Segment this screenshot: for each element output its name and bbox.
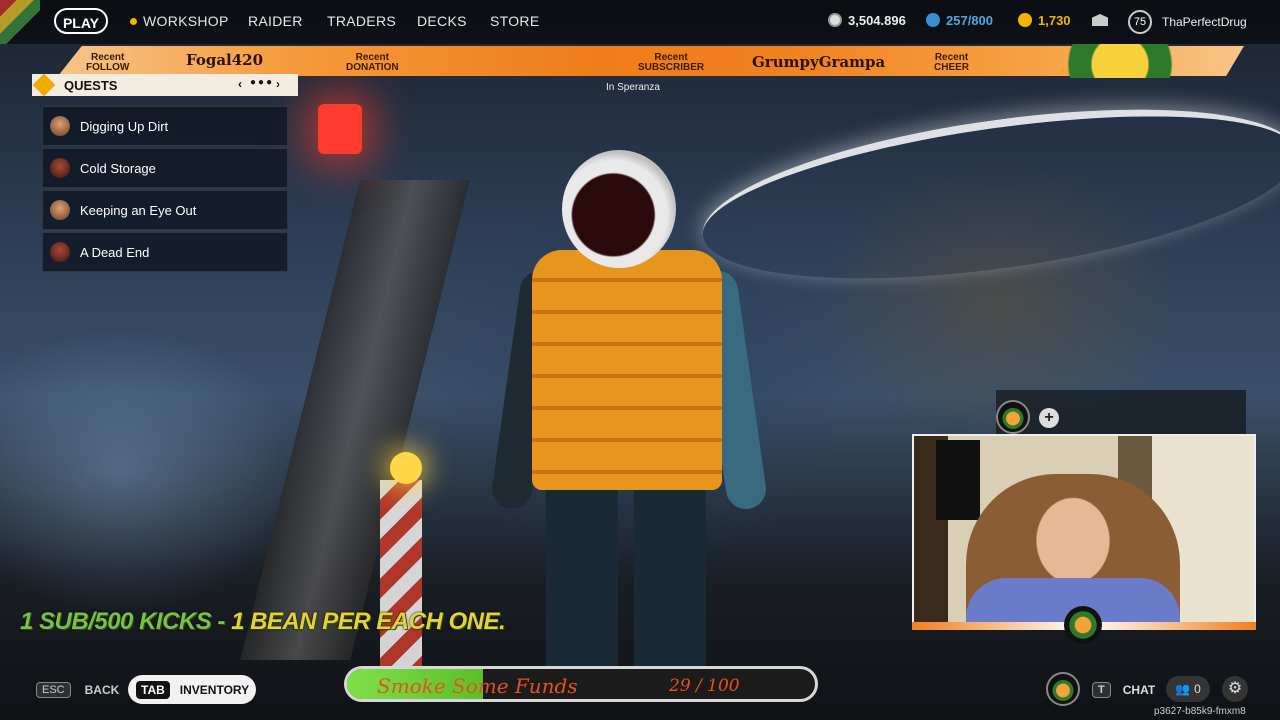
- session-code: p3627-b85k9-fmxm8: [1154, 706, 1246, 717]
- neon-ring-light: [692, 78, 1280, 310]
- nav-workshop[interactable]: WORKSHOP: [130, 13, 229, 29]
- friends-count: 0: [1194, 682, 1201, 696]
- coins-value: 3,504.896: [848, 13, 906, 28]
- quest-title: Cold Storage: [80, 160, 156, 176]
- tokens-value: 257/800: [946, 13, 993, 28]
- back-label: BACK: [84, 683, 120, 697]
- lion-badge-icon: [1064, 606, 1102, 644]
- chat-button[interactable]: T CHAT: [1092, 682, 1155, 698]
- character-orange-jacket: [532, 250, 722, 490]
- promo-part2: 1 BEAN PER EACH ONE.: [231, 608, 506, 635]
- chat-label: CHAT: [1122, 683, 1156, 697]
- nav-raider[interactable]: RAIDER: [248, 13, 303, 29]
- wall-poster: [936, 440, 980, 520]
- quests-header: QUESTS ‹ ●●● ›: [32, 73, 298, 97]
- quest-list: Digging Up Dirt Cold Storage Keeping an …: [42, 106, 288, 274]
- nav-traders[interactable]: TRADERS: [327, 13, 396, 29]
- quest-giver-avatar: [50, 200, 70, 220]
- credits-balance: 1,730: [1018, 13, 1071, 28]
- quests-page-dots: ●●●: [250, 77, 275, 88]
- play-button[interactable]: PLAY: [54, 8, 108, 34]
- quest-item[interactable]: Keeping an Eye Out: [42, 190, 288, 230]
- tokens-balance: 257/800: [926, 13, 993, 28]
- quest-title: Keeping an Eye Out: [80, 202, 197, 218]
- esc-key-hint: ESC: [36, 682, 71, 698]
- yellow-lamp: [390, 452, 422, 484]
- corner-stripes: [0, 0, 40, 44]
- goal-count: 29 / 100: [669, 676, 740, 696]
- quests-title: QUESTS: [64, 78, 118, 93]
- location-label: In Speranza: [606, 82, 660, 93]
- quest-giver-avatar: [50, 242, 70, 262]
- character-legs: [546, 486, 706, 666]
- credit-icon: [1018, 13, 1032, 27]
- quest-giver-avatar: [50, 116, 70, 136]
- recent-subscriber-label: Recent SUBSCRIBER: [638, 52, 705, 73]
- inventory-button[interactable]: TAB INVENTORY: [128, 675, 256, 704]
- player-name[interactable]: ThaPerfectDrug: [1162, 15, 1247, 29]
- notification-dot-icon: [130, 18, 137, 25]
- coin-icon: [828, 13, 842, 27]
- coins-balance: 3,504.896: [828, 13, 906, 28]
- red-lantern: [318, 104, 362, 154]
- add-party-member-icon[interactable]: +: [1039, 408, 1059, 428]
- quest-giver-avatar: [50, 158, 70, 178]
- goal-label: Smoke Some Funds: [377, 674, 578, 698]
- recent-follow-name: Fogal420: [186, 51, 264, 69]
- settings-gear-icon[interactable]: ⚙: [1222, 676, 1248, 702]
- recent-donation-label: Recent DONATION: [346, 52, 399, 73]
- recent-cheer-label: Recent CHEER: [934, 52, 970, 73]
- token-icon: [926, 13, 940, 27]
- lion-logo-icon: [1060, 44, 1210, 78]
- quest-title: Digging Up Dirt: [80, 118, 169, 134]
- inventory-label: INVENTORY: [179, 682, 250, 697]
- striped-barrier: [380, 480, 422, 680]
- back-button[interactable]: ESC BACK: [36, 682, 119, 698]
- friends-icon: 👥: [1175, 682, 1191, 696]
- nav-workshop-label: WORKSHOP: [143, 13, 229, 29]
- quests-prev-icon[interactable]: ‹: [238, 77, 242, 91]
- quest-item[interactable]: Cold Storage: [42, 148, 288, 188]
- recent-subscriber-name: GrumpyGrampa: [752, 53, 886, 71]
- recent-follow-label: Recent FOLLOW: [86, 52, 130, 73]
- player-level-badge: 75: [1128, 10, 1152, 34]
- nav-decks[interactable]: DECKS: [417, 13, 467, 29]
- character-helmet: [562, 150, 676, 268]
- chat-key-hint: T: [1092, 682, 1111, 698]
- player-avatar[interactable]: [1046, 672, 1080, 706]
- party-member-avatar: [996, 400, 1030, 434]
- quest-item[interactable]: Digging Up Dirt: [42, 106, 288, 146]
- party-panel: [996, 390, 1246, 434]
- quest-item[interactable]: A Dead End: [42, 232, 288, 272]
- quests-next-icon[interactable]: ›: [276, 77, 280, 91]
- credits-value: 1,730: [1038, 13, 1071, 28]
- quest-title: A Dead End: [80, 244, 150, 260]
- stream-promo-text: 1 SUB/500 KICKS - 1 BEAN PER EACH ONE.: [20, 608, 506, 636]
- stream-goal-bar: Smoke Some Funds 29 / 100: [344, 666, 818, 702]
- tab-key-hint: TAB: [136, 680, 170, 699]
- friends-button[interactable]: 👥 0: [1166, 676, 1210, 702]
- promo-part1: 1 SUB/500 KICKS -: [20, 608, 232, 635]
- quest-diamond-icon: [32, 73, 56, 97]
- nav-store[interactable]: STORE: [490, 13, 539, 29]
